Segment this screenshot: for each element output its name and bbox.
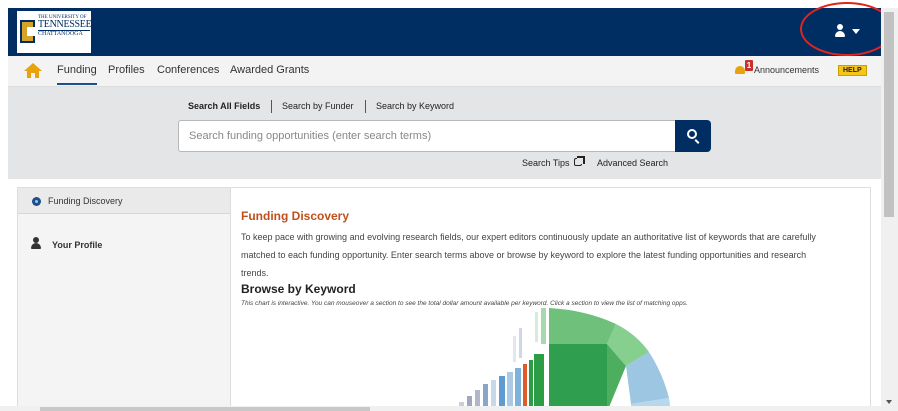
sidebar-item-label: Funding Discovery [48,196,123,206]
vertical-scrollbar[interactable] [881,8,898,411]
home-icon[interactable] [24,63,42,79]
nav-item-awarded-grants[interactable]: Awarded Grants [230,64,309,76]
sunburst-segment[interactable] [541,308,546,344]
sunburst-segment[interactable] [515,368,521,411]
sunburst-segment[interactable] [534,354,544,411]
sunburst-segment[interactable] [549,344,607,411]
search-tabs: Search All Fields Search by Funder Searc… [8,100,881,113]
search-input[interactable] [178,120,675,152]
tab-divider [271,100,272,113]
sunburst-segment[interactable] [513,336,516,362]
sidebar-item-funding-discovery[interactable]: Funding Discovery [18,188,230,214]
sunburst-segment[interactable] [535,312,538,342]
nav-item-conferences[interactable]: Conferences [157,64,219,76]
sunburst-segment[interactable] [549,308,616,344]
nav-item-profiles[interactable]: Profiles [108,64,145,76]
logo-line-2: TENNESSEE [38,19,92,31]
logo-text: THE UNIVERSITY OF TENNESSEE CHATTANOOGA [38,15,92,37]
compass-icon [32,197,41,206]
sunburst-segment[interactable] [523,364,527,411]
logo-line-3: CHATTANOOGA [38,31,83,37]
tab-search-by-funder[interactable]: Search by Funder [282,101,354,111]
tab-divider [365,100,366,113]
sunburst-segment[interactable] [529,360,533,411]
announcements-link[interactable]: Announcements [754,65,819,75]
top-header: THE UNIVERSITY OF TENNESSEE CHATTANOOGA [8,8,881,56]
search-button[interactable] [675,120,711,152]
main-nav: Funding Profiles Conferences Awarded Gra… [8,56,881,87]
help-button[interactable]: HELP [838,65,867,76]
sidebar: Funding Discovery Your Profile [17,187,231,411]
highlight-circle [800,2,894,56]
external-link-icon [574,156,585,166]
university-logo[interactable]: THE UNIVERSITY OF TENNESSEE CHATTANOOGA [17,11,92,53]
search-tips-link[interactable]: Search Tips [522,158,570,168]
chart-instructions: This chart is interactive. You can mouse… [241,300,688,307]
bell-icon[interactable] [735,64,745,75]
search-icon [687,129,697,139]
keyword-sunburst-chart[interactable] [411,308,671,411]
scroll-down-arrow-icon[interactable] [886,400,892,404]
scrollbar-thumb[interactable] [884,12,894,217]
announcements-count-badge: 1 [745,60,753,71]
horizontal-scrollbar[interactable] [0,406,881,411]
sidebar-item-your-profile[interactable]: Your Profile [18,228,230,258]
intro-text: To keep pace with growing and evolving r… [241,232,816,278]
main-content: Funding Discovery To keep pace with grow… [231,187,871,411]
advanced-search-link[interactable]: Advanced Search [597,158,668,168]
sunburst-segment[interactable] [519,328,522,358]
tab-search-by-keyword[interactable]: Search by Keyword [376,101,454,111]
logo-mark-icon [20,20,37,43]
user-icon [31,237,41,249]
sidebar-item-label: Your Profile [52,240,103,250]
search-area: Search All Fields Search by Funder Searc… [8,87,881,179]
tab-search-all-fields[interactable]: Search All Fields [188,101,260,111]
nav-item-funding[interactable]: Funding [57,64,97,85]
browse-heading: Browse by Keyword [241,282,356,296]
horizontal-scrollbar-thumb[interactable] [40,407,370,411]
page-title: Funding Discovery [241,209,350,223]
